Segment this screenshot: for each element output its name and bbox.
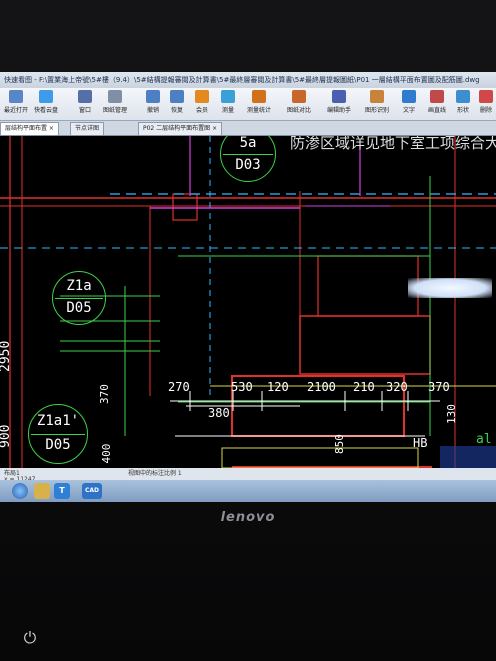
edit-helper-label: 编辑助手	[326, 107, 351, 114]
compare-label: 图纸对比	[286, 107, 311, 114]
measure-stats-icon	[252, 90, 266, 103]
dim-530: 530	[231, 380, 253, 394]
recent-button[interactable]: 最近打开	[2, 90, 30, 118]
bubble-5a-divider	[223, 154, 273, 155]
cloud-label: 快看云盘	[33, 107, 58, 114]
status-bar: 布局1 x = 11247 视图中的标注比例 1	[0, 468, 496, 483]
compare-button[interactable]: 图纸对比	[284, 90, 314, 118]
redo-label: 恢复	[170, 107, 183, 114]
title-bar: 快速看图 - F:\置業海上帝號\5#樓（9.4）\5#結構提報審閱及計算書\5…	[0, 72, 496, 88]
taskbar: T CAD	[0, 480, 496, 502]
dim-500-400: 500 400	[100, 443, 113, 468]
cad-app-icon[interactable]: CAD	[82, 483, 102, 499]
dim-2950: 2950	[0, 340, 13, 372]
bubble-z1a1: Z1a1' D05	[28, 404, 88, 464]
window-title: 快速看图 - F:\置業海上帝號\5#樓（9.4）\5#結構提報審閱及計算書\5…	[4, 76, 480, 84]
status-message: 视图中的标注比例 1	[128, 470, 182, 477]
dim-2100: 2100	[307, 380, 336, 394]
delete-label: 删除	[479, 107, 492, 114]
redo-icon	[170, 90, 184, 103]
screen-glare	[408, 278, 492, 298]
dim-320: 320	[386, 380, 408, 394]
vip-icon	[195, 90, 209, 103]
bubble-z1a-top: Z1a	[66, 278, 92, 294]
redo-button[interactable]: 恢复	[166, 90, 188, 118]
line-label: 画直线	[427, 107, 446, 114]
dim-270: 270	[168, 380, 190, 394]
bubble-z1a-bottom: D05	[66, 300, 92, 316]
shape-button[interactable]: 形状	[452, 90, 474, 118]
explorer-icon[interactable]	[34, 483, 50, 499]
text-button[interactable]: 文字	[398, 90, 420, 118]
label-a1-upper: al	[476, 432, 492, 447]
vip-label: 会员	[195, 107, 208, 114]
undo-label: 撤销	[146, 107, 159, 114]
ribbon-toolbar: 最近打开 快看云盘 窗口 图纸管理 撤销 恢复 会员 测量 测量统计 图纸对比 …	[0, 88, 496, 121]
bubble-z1a1-top: Z1a1'	[36, 413, 80, 429]
document-tabs: 层结构平面布置 × 节点详图 P02 二层结构平面布置图 ×	[0, 121, 496, 136]
window-icon	[78, 90, 92, 103]
screen: 快速看图 - F:\置業海上帝號\5#樓（9.4）\5#結構提報審閱及計算書\5…	[0, 72, 496, 502]
recognize-icon	[370, 90, 384, 103]
edit-helper-icon	[332, 90, 346, 103]
shape-label: 形状	[456, 107, 469, 114]
dim-900: 900	[0, 424, 13, 448]
recognize-label: 图形识别	[364, 107, 389, 114]
note-text: 防渗区域详见地下室工项综合大防	[290, 136, 496, 152]
dim-120: 120	[267, 380, 289, 394]
tab-second-floor-plan[interactable]: P02 二层结构平面布置图 ×	[138, 122, 223, 135]
start-button[interactable]	[12, 483, 28, 499]
window-label: 窗口	[78, 107, 91, 114]
recognize-button[interactable]: 图形识别	[362, 90, 392, 118]
text-app-icon[interactable]: T	[54, 483, 70, 499]
dim-210: 210	[353, 380, 375, 394]
bubble-z1a1-bottom: D05	[45, 437, 71, 453]
brand-logo: lenovo	[220, 510, 276, 525]
text-icon	[402, 90, 416, 103]
dim-130: 130	[445, 404, 458, 424]
drawing-canvas[interactable]: 防渗区域详见地下室工项综合大防 5a D03 Z1a D05 Z1a1' D05…	[0, 136, 496, 468]
measure-label: 测量	[221, 107, 234, 114]
drawing-manage-button[interactable]: 图纸管理	[100, 90, 130, 118]
tab-node-detail[interactable]: 节点详图	[70, 122, 105, 135]
drawing-manage-label: 图纸管理	[102, 107, 127, 114]
label-hb: HB	[413, 436, 428, 450]
measure-stats-button[interactable]: 测量统计	[244, 90, 274, 118]
compare-icon	[292, 90, 306, 103]
window-button[interactable]: 窗口	[72, 90, 98, 118]
measure-stats-label: 测量统计	[246, 107, 271, 114]
recent-icon	[9, 90, 23, 103]
line-icon	[430, 90, 444, 103]
tab-floor-plan[interactable]: 层结构平面布置 ×	[0, 122, 59, 135]
undo-icon	[146, 90, 160, 103]
undo-button[interactable]: 撤销	[142, 90, 164, 118]
dim-370: 370	[428, 380, 450, 394]
delete-icon	[479, 90, 493, 103]
power-icon[interactable]: ⏻	[20, 628, 40, 648]
bubble-z1a1-divider	[31, 434, 85, 435]
bubble-5a-top: 5a	[239, 136, 257, 151]
bubble-z1a-divider	[55, 298, 103, 299]
line-button[interactable]: 画直线	[424, 90, 450, 118]
measure-button[interactable]: 测量	[216, 90, 240, 118]
bubble-5a-bottom: D03	[235, 157, 261, 173]
cloud-button[interactable]: 快看云盘	[32, 90, 60, 118]
dim-850: 850	[333, 434, 346, 454]
text-label: 文字	[402, 107, 415, 114]
delete-button[interactable]: 删除	[476, 90, 496, 118]
recent-label: 最近打开	[3, 107, 28, 114]
drawing-manage-icon	[108, 90, 122, 103]
edit-helper-button[interactable]: 编辑助手	[324, 90, 354, 118]
dim-370-vertical: 370	[98, 384, 111, 404]
bubble-z1a: Z1a D05	[52, 271, 106, 325]
vip-button[interactable]: 会员	[190, 90, 214, 118]
measure-icon	[221, 90, 235, 103]
shape-icon	[456, 90, 470, 103]
dim-380: 380	[208, 406, 230, 420]
cloud-icon	[39, 90, 53, 103]
